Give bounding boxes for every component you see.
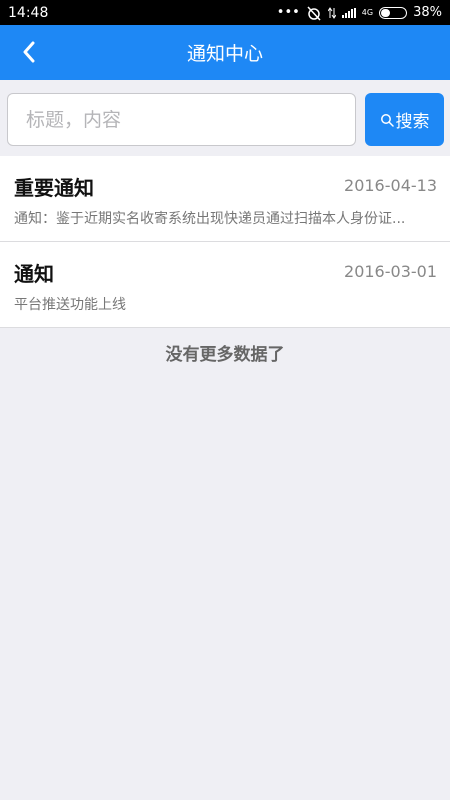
chevron-left-icon [23,41,35,63]
notice-list: 重要通知 2016-04-13 通知：鉴于近期实名收寄系统出现快递员通过扫描本人… [0,156,450,328]
more-dots-icon: ••• [276,5,300,20]
notice-title: 通知 [14,262,54,286]
search-button[interactable]: 搜索 [365,93,444,146]
no-more-data-text: 没有更多数据了 [165,345,285,365]
battery-fill [381,8,391,17]
battery-percent: 38% [413,5,442,20]
data-transfer-icon [327,6,336,19]
notice-title: 重要通知 [14,176,94,200]
search-button-label: 搜索 [395,112,430,132]
search-icon [380,113,394,127]
back-button[interactable] [14,37,44,67]
status-bar: 14:48 ••• 4G 38% [0,0,450,25]
notice-date: 2016-04-13 [344,176,437,195]
page-title: 通知中心 [186,43,263,65]
nav-bar: 通知中心 [0,25,450,80]
status-icons: ••• 4G 38% [277,5,442,21]
search-input[interactable] [7,93,356,146]
alarm-off-icon [307,5,321,21]
list-item[interactable]: 重要通知 2016-04-13 通知：鉴于近期实名收寄系统出现快递员通过扫描本人… [0,156,450,242]
signal-icon [341,7,356,18]
notice-summary: 通知：鉴于近期实名收寄系统出现快递员通过扫描本人身份证... [14,211,406,227]
notice-date: 2016-03-01 [344,262,437,281]
search-bar: 搜索 [0,80,450,156]
list-item[interactable]: 通知 2016-03-01 平台推送功能上线 [0,242,450,328]
network-type: 4G [361,8,374,17]
battery-icon [379,6,408,19]
notice-summary: 平台推送功能上线 [14,297,126,313]
status-time: 14:48 [8,4,49,21]
